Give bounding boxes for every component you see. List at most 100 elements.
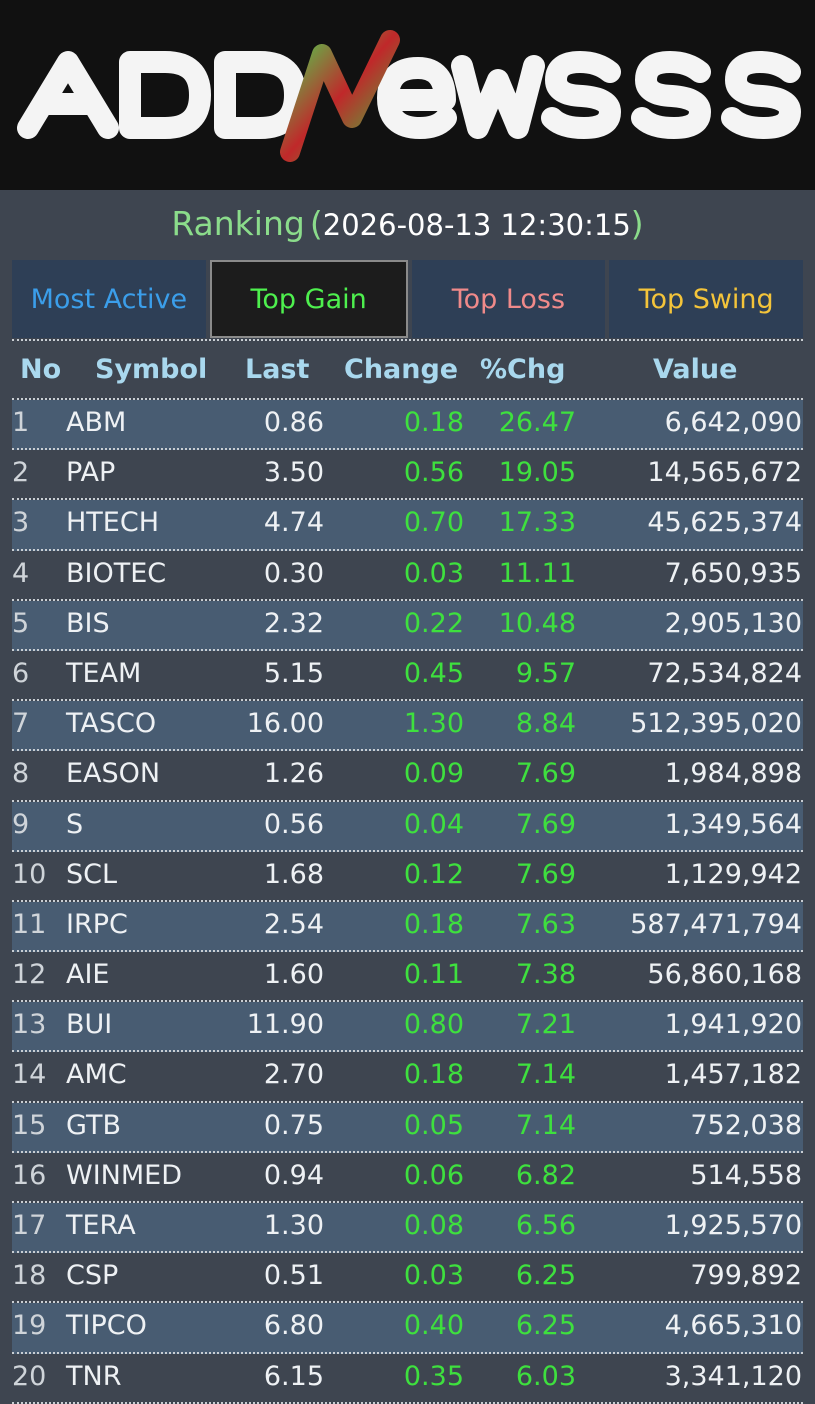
row-symbol: TNR [66,1360,122,1392]
row-pct-change: 6.25 [515,1310,576,1342]
header-symbol: Symbol [95,354,208,385]
row-symbol: ABM [66,407,127,438]
title-close-paren: ) [630,204,644,243]
row-symbol: IRPC [66,908,128,940]
tab-top-loss[interactable]: Top Loss [411,260,606,338]
row-change: 0.22 [403,607,464,639]
tab-top-swing[interactable]: Top Swing [609,260,803,338]
row-value: 2,905,130 [664,607,802,639]
row-symbol: BIS [66,607,110,639]
row-pct-change: 6.56 [515,1210,576,1241]
row-symbol: TASCO [66,708,157,740]
row-pct-change: 9.57 [515,657,576,689]
row-value: 72,534,824 [647,657,802,689]
row-last-price: 0.51 [263,1260,324,1292]
row-pct-change: 7.69 [515,858,576,890]
table-row[interactable]: 13 BUI 11.90 0.80 7.21 1,941,920 [12,1002,803,1053]
table-row[interactable]: 2 PAP 3.50 0.56 19.05 14,565,672 [12,450,803,501]
row-last-price: 6.80 [263,1310,324,1342]
row-number: 5 [12,607,30,639]
row-change: 0.18 [403,1059,464,1091]
table-row[interactable]: 9 S 0.56 0.04 7.69 1,349,564 [12,801,803,852]
row-change: 0.11 [403,959,464,991]
row-pct-change: 6.82 [515,1159,576,1191]
row-pct-change: 8.84 [515,708,576,740]
row-last-price: 2.54 [263,908,324,940]
row-value: 1,984,898 [664,758,802,790]
row-value: 7,650,935 [664,557,802,589]
row-last-price: 1.60 [263,959,324,991]
row-change: 0.18 [403,407,464,438]
row-number: 9 [12,808,30,840]
row-value: 1,129,942 [664,858,802,890]
row-symbol: TERA [66,1210,136,1241]
header-change: Change [344,354,459,385]
table-row[interactable]: 18 CSP 0.51 0.03 6.25 799,892 [12,1253,803,1304]
row-pct-change: 19.05 [498,457,576,489]
row-symbol: HTECH [66,507,160,539]
row-number: 1 [12,407,30,438]
row-value: 1,941,920 [664,1009,802,1041]
table-row[interactable]: 7 TASCO 16.00 1.30 8.84 512,395,020 [12,701,803,752]
ranking-tabs: Most Active Top Gain Top Loss Top Swing [12,260,803,340]
row-number: 20 [12,1360,47,1392]
row-value: 6,642,090 [664,407,802,438]
table-row[interactable]: 12 AIE 1.60 0.11 7.38 56,860,168 [12,952,803,1003]
row-change: 0.45 [403,657,464,689]
row-change: 0.05 [403,1109,464,1141]
table-row[interactable]: 17 TERA 1.30 0.08 6.56 1,925,570 [12,1203,803,1254]
row-symbol: CSP [66,1260,119,1292]
row-value: 14,565,672 [647,457,802,489]
row-symbol: TEAM [66,657,142,689]
row-symbol: AIE [66,959,110,991]
row-pct-change: 6.25 [515,1260,576,1292]
table-row[interactable]: 1 ABM 0.86 0.18 26.47 6,642,090 [12,400,803,451]
table-row[interactable]: 6 TEAM 5.15 0.45 9.57 72,534,824 [12,650,803,702]
table-row[interactable]: 11 IRPC 2.54 0.18 7.63 587,471,794 [12,901,803,953]
row-pct-change: 7.14 [515,1059,576,1091]
row-last-price: 6.15 [263,1360,324,1392]
row-number: 7 [12,708,30,740]
table-row[interactable]: 8 EASON 1.26 0.09 7.69 1,984,898 [12,751,803,802]
table-row[interactable]: 15 GTB 0.75 0.05 7.14 752,038 [12,1102,803,1153]
row-change: 0.18 [403,908,464,940]
row-pct-change: 7.21 [515,1009,576,1041]
row-last-price: 0.86 [263,407,324,438]
row-last-price: 0.30 [263,557,324,589]
table-row[interactable]: 4 BIOTEC 0.30 0.03 11.11 7,650,935 [12,550,803,601]
row-symbol: BIOTEC [66,557,167,589]
row-pct-change: 6.03 [515,1360,576,1392]
row-last-price: 0.56 [263,808,324,840]
row-pct-change: 7.69 [515,808,576,840]
table-row[interactable]: 14 AMC 2.70 0.18 7.14 1,457,182 [12,1052,803,1103]
row-last-price: 1.68 [263,858,324,890]
row-value: 1,925,570 [664,1210,802,1241]
row-pct-change: 26.47 [498,407,576,438]
row-number: 10 [12,858,47,890]
ranking-title: Ranking (2026-08-13 12:30:15) [0,190,815,258]
title-label: Ranking [171,204,305,243]
row-value: 1,349,564 [664,808,802,840]
row-last-price: 16.00 [246,708,324,740]
tab-top-gain[interactable]: Top Gain [209,260,408,338]
row-change: 0.09 [403,758,464,790]
row-last-price: 5.15 [263,657,324,689]
row-change: 0.40 [403,1310,464,1342]
row-last-price: 4.74 [263,507,324,539]
row-pct-change: 17.33 [498,507,576,539]
row-number: 12 [12,959,47,991]
row-last-price: 2.70 [263,1059,324,1091]
table-row[interactable]: 10 SCL 1.68 0.12 7.69 1,129,942 [12,851,803,902]
table-row[interactable]: 20 TNR 6.15 0.35 6.03 3,341,120 [12,1353,803,1404]
table-row[interactable]: 5 BIS 2.32 0.22 10.48 2,905,130 [12,600,803,651]
tab-most-active[interactable]: Most Active [12,260,206,338]
title-timestamp: 2026-08-13 12:30:15 [322,208,631,242]
row-number: 13 [12,1009,47,1041]
table-row[interactable]: 3 HTECH 4.74 0.70 17.33 45,625,374 [12,500,803,551]
row-pct-change: 10.48 [498,607,576,639]
table-row[interactable]: 16 WINMED 0.94 0.06 6.82 514,558 [12,1152,803,1203]
title-open-paren: ( [309,204,323,243]
row-change: 0.03 [403,1260,464,1292]
row-symbol: S [66,808,84,840]
table-row[interactable]: 19 TIPCO 6.80 0.40 6.25 4,665,310 [12,1303,803,1354]
